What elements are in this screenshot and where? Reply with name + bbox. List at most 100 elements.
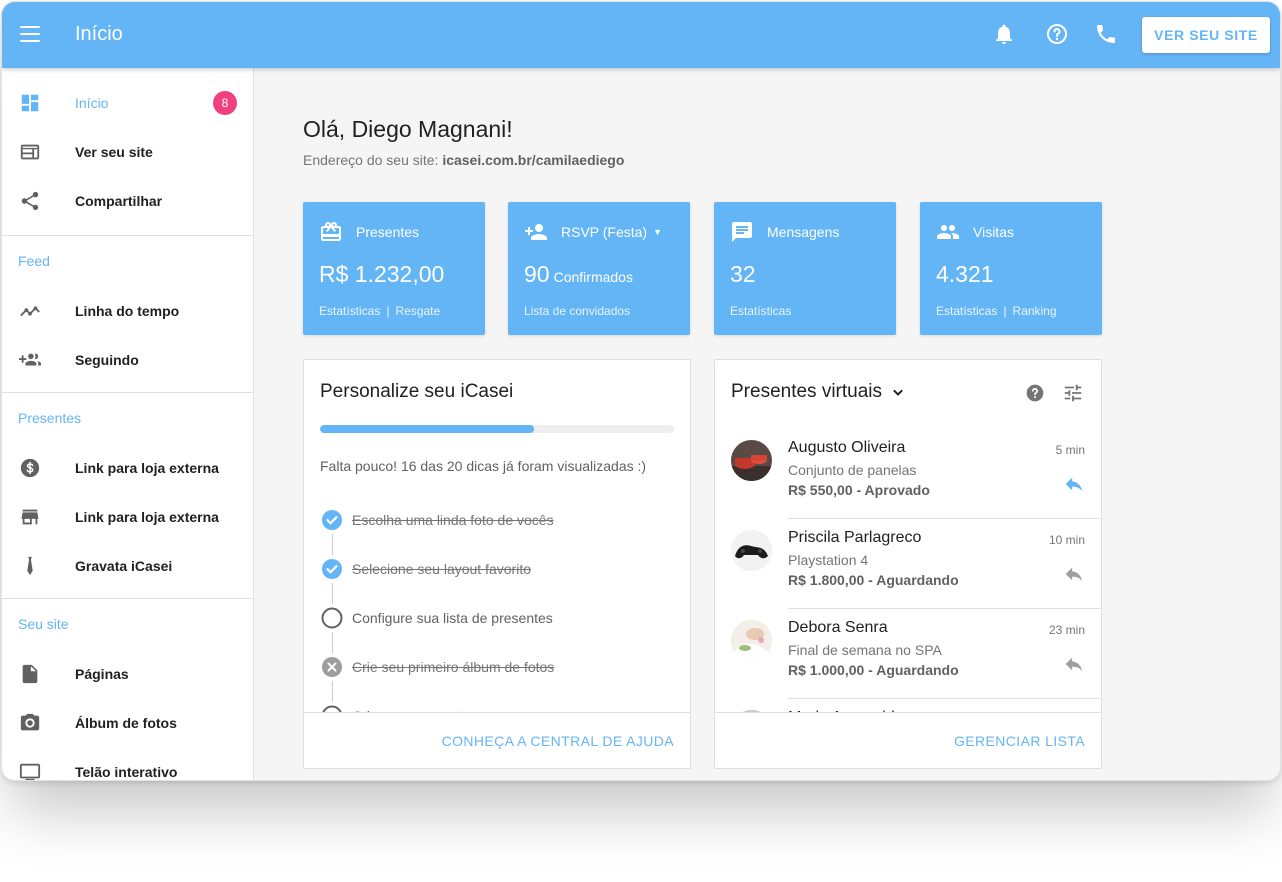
phone-icon[interactable] xyxy=(1094,22,1118,46)
empty-circle-icon xyxy=(321,607,343,629)
stat-link-lista-convidados[interactable]: Lista de convidados xyxy=(524,304,630,318)
message-icon xyxy=(732,222,752,242)
gift-status: R$ 1.000,00 - Aguardando xyxy=(788,662,959,678)
manage-list-link[interactable]: GERENCIAR LISTA xyxy=(954,733,1085,749)
progress-fill xyxy=(320,425,535,433)
store-icon xyxy=(21,509,39,524)
checklist-item[interactable]: Escolha uma linda foto de vocês xyxy=(320,506,680,555)
people-icon xyxy=(937,225,959,239)
sidebar: Início 8 Ver seu site Compartilhar Feed … xyxy=(2,68,254,780)
chevron-down-icon xyxy=(893,389,903,396)
dashboard-icon xyxy=(21,94,39,111)
reply-icon[interactable] xyxy=(1063,473,1085,495)
sidebar-item-compartilhar[interactable]: Compartilhar xyxy=(2,176,253,225)
notification-badge: 8 xyxy=(213,90,237,115)
personalize-card: Personalize seu iCasei Falta pouco! 16 d… xyxy=(303,359,691,769)
stat-card-mensagens[interactable]: Mensagens 32 Estatísticas xyxy=(714,202,896,335)
site-address-url[interactable]: icasei.com.br/camilaediego xyxy=(442,152,624,168)
site-address: Endereço do seu site: icasei.com.br/cami… xyxy=(303,152,624,168)
sidebar-item-album[interactable]: Álbum de fotos xyxy=(2,698,253,747)
gift-sender-name: Augusto Oliveira xyxy=(788,439,906,456)
sidebar-item-label: Ver seu site xyxy=(75,143,153,160)
stat-card-visitas[interactable]: Visitas 4.321 Estatísticas | Ranking xyxy=(920,202,1102,335)
checklist-item-label: Escolha uma linda foto de vocês xyxy=(352,512,554,528)
sidebar-item-label: Compartilhar xyxy=(75,192,163,209)
sidebar-item-paginas[interactable]: Páginas xyxy=(2,649,253,698)
sidebar-item-label: Álbum de fotos xyxy=(75,714,177,731)
card-title-label: Presentes virtuais xyxy=(731,381,883,402)
stat-card-rsvp[interactable]: RSVP (Festa) ▼ 90 Confirmados Lista de con… xyxy=(508,202,690,335)
greeting-heading: Olá, Diego Magnani! xyxy=(303,116,513,142)
sidebar-item-linha-do-tempo[interactable]: Linha do tempo xyxy=(2,286,253,335)
stat-link-ranking[interactable]: Ranking xyxy=(1012,304,1056,318)
timeline-icon xyxy=(20,305,40,316)
connector-line xyxy=(332,632,333,653)
tips-progress-bar xyxy=(320,425,674,433)
stat-title: Visitas xyxy=(973,224,1014,240)
tune-settings-icon[interactable] xyxy=(1062,382,1084,404)
gift-product: Conjunto de panelas xyxy=(788,462,917,478)
checklist-item-label: Configure sua lista de presentes xyxy=(352,610,553,626)
sidebar-item-link-loja-2[interactable]: Link para loja externa xyxy=(2,492,253,541)
app-window: Início VER SEU SITE Início 8 Ver seu sit… xyxy=(1,1,1281,781)
sidebar-item-link-loja-1[interactable]: Link para loja externa xyxy=(2,443,253,492)
stat-link-estatisticas[interactable]: Estatísticas xyxy=(319,304,380,318)
help-center-link[interactable]: CONHEÇA A CENTRAL DE AJUDA xyxy=(442,733,674,749)
checklist-item[interactable]: Selecione seu layout favorito xyxy=(320,555,680,604)
monitor-icon xyxy=(19,763,41,780)
share-icon xyxy=(21,191,39,210)
sidebar-item-ver-site[interactable]: Ver seu site xyxy=(2,127,253,176)
hamburger-menu-icon[interactable] xyxy=(20,26,40,42)
sidebar-item-label: Início xyxy=(75,94,109,111)
gift-timestamp: 10 min xyxy=(1048,533,1085,547)
checklist-item[interactable]: Crie seu primeiro álbum de fotos xyxy=(320,653,680,702)
rsvp-dropdown-label: RSVP (Festa) xyxy=(561,224,648,240)
card-title: Personalize seu iCasei xyxy=(320,381,514,402)
sidebar-item-telao[interactable]: Telão interativo xyxy=(2,747,253,780)
stat-links: Estatísticas | Ranking xyxy=(936,304,1057,318)
stat-value: 4.321 xyxy=(936,261,994,287)
dollar-circle-icon xyxy=(20,458,40,477)
reply-icon[interactable] xyxy=(1063,653,1085,675)
help-icon[interactable] xyxy=(1025,383,1045,403)
sidebar-item-label: Gravata iCasei xyxy=(75,557,173,574)
stat-unit: Confirmados xyxy=(553,269,633,285)
stat-link-estatisticas[interactable]: Estatísticas xyxy=(936,304,997,318)
connector-line xyxy=(332,583,333,604)
stat-card-presentes[interactable]: Presentes R$ 1.232,00 Estatísticas | Resga… xyxy=(303,202,485,335)
stat-link-estatisticas[interactable]: Estatísticas xyxy=(730,304,791,318)
sidebar-item-gravata[interactable]: Gravata iCasei xyxy=(2,541,253,590)
site-address-label: Endereço do seu site: xyxy=(303,152,439,168)
stat-title: Mensagens xyxy=(767,224,840,240)
sidebar-item-seguindo[interactable]: Seguindo xyxy=(2,335,253,384)
checklist-item-label: Crie seu primeiro álbum de fotos xyxy=(352,659,555,675)
card-title[interactable]: Presentes virtuais xyxy=(731,381,908,403)
virtual-gift-row[interactable]: Debora Senra Final de semana no SPA R$ 1.0… xyxy=(715,609,1101,699)
reply-icon[interactable] xyxy=(1063,563,1085,585)
stat-number: 90 xyxy=(524,261,550,287)
sidebar-item-label: Link para loja externa xyxy=(75,508,219,525)
avatar xyxy=(731,440,772,481)
gift-sender-name: Priscila Parlagreco xyxy=(788,529,922,546)
sidebar-section-feed: Feed xyxy=(18,253,50,269)
bell-icon[interactable] xyxy=(992,22,1016,46)
stat-link-resgate[interactable]: Resgate xyxy=(395,304,440,318)
card-footer: GERENCIAR LISTA xyxy=(715,712,1101,768)
sidebar-item-inicio[interactable]: Início 8 xyxy=(2,78,253,127)
avatar xyxy=(731,620,772,661)
virtual-gift-row[interactable]: Augusto Oliveira Conjunto de panelas R$ 55… xyxy=(715,429,1101,519)
virtual-gift-row[interactable]: Priscila Parlagreco Playstation 4 R$ 1.800… xyxy=(715,519,1101,609)
check-circle-icon xyxy=(322,559,342,579)
stat-value: 90 Confirmados xyxy=(524,261,633,288)
stat-links: Estatísticas xyxy=(730,304,791,318)
web-window-icon xyxy=(20,144,40,159)
stat-title[interactable]: RSVP (Festa) ▼ xyxy=(561,224,662,240)
sidebar-item-label: Link para loja externa xyxy=(75,459,219,476)
view-site-button[interactable]: VER SEU SITE xyxy=(1142,17,1270,53)
checklist-item[interactable]: Configure sua lista de presentes xyxy=(320,604,680,653)
stat-value: R$ 1.232,00 xyxy=(319,261,445,287)
group-add-icon xyxy=(19,353,41,365)
check-circle-icon xyxy=(322,510,342,530)
avatar xyxy=(731,530,772,571)
help-circle-icon[interactable] xyxy=(1045,22,1069,46)
